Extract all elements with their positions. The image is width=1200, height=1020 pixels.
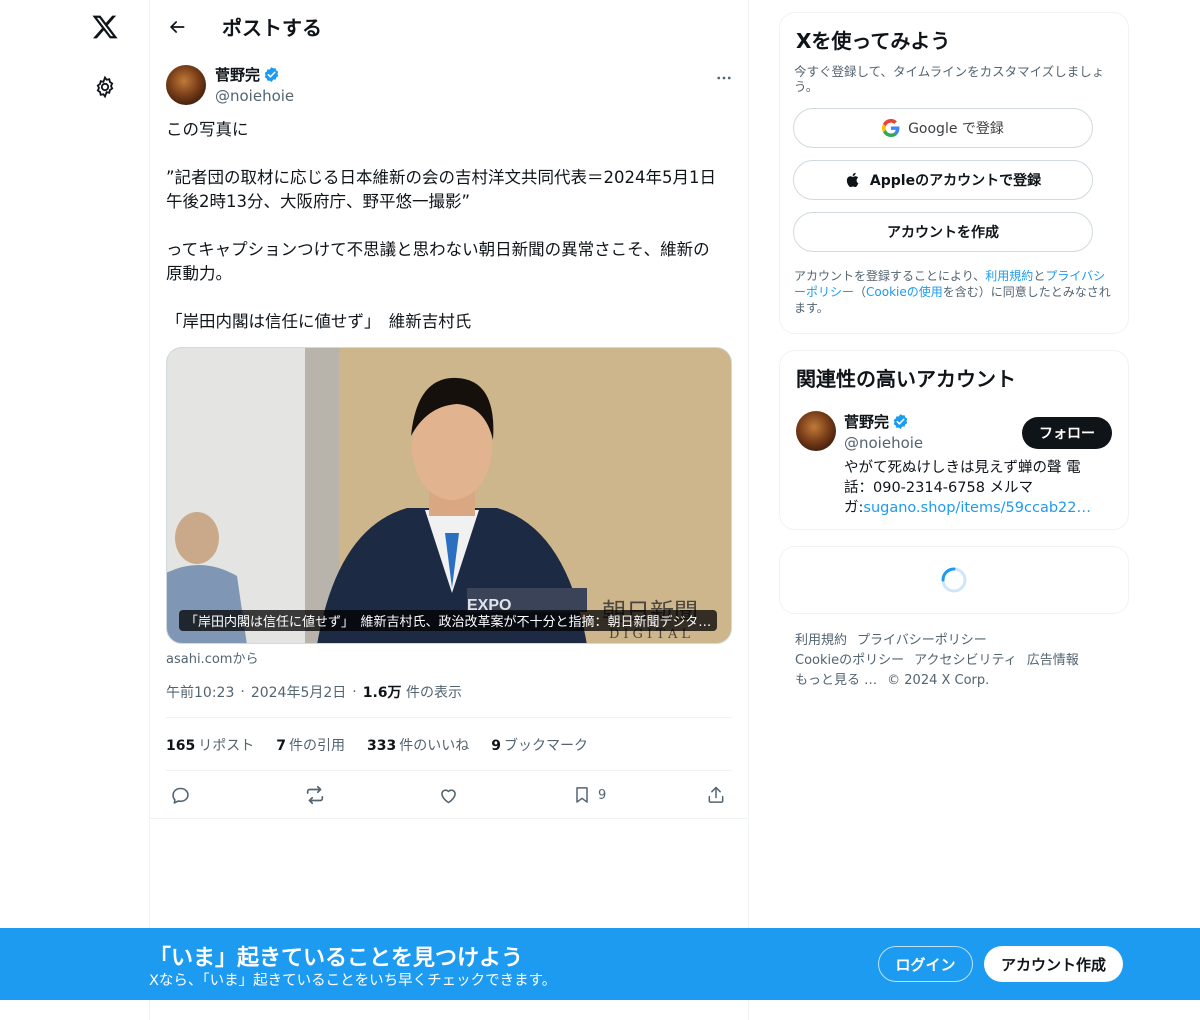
share-button[interactable] <box>706 782 726 808</box>
like-button[interactable] <box>438 782 459 808</box>
bottom-bar-subtitle: Xなら、「いま」起きていることをいち早くチェックできます。 <box>149 973 557 989</box>
loading-spinner-icon <box>941 567 967 593</box>
divider <box>166 717 732 718</box>
share-icon <box>708 786 724 803</box>
cookie-link[interactable]: Cookieの使用 <box>866 285 943 299</box>
footer-links: 利用規約 プライバシーポリシー Cookieのポリシー アクセシビリティ 広告情報 も… <box>795 631 1125 691</box>
reply-icon <box>172 787 189 804</box>
copyright: © 2024 X Corp. <box>887 673 990 688</box>
reply-button[interactable] <box>170 782 191 808</box>
create-account-button[interactable]: アカウントを作成 <box>793 212 1093 252</box>
bio-link[interactable]: sugano.shop/items/59ccab22… <box>863 500 1091 516</box>
related-name[interactable]: 菅野完 <box>844 411 889 432</box>
related-accounts-panel: 関連性の高いアカウント 菅野完 @noiehoie フォロー やがて死ぬけしきは… <box>779 350 1129 530</box>
related-name-row[interactable]: 菅野完 <box>844 411 909 432</box>
verified-icon <box>263 66 280 83</box>
google-signup-label: Google で登録 <box>908 121 1004 137</box>
footer-link[interactable]: アクセシビリティ <box>914 653 1017 668</box>
x-logo-icon[interactable] <box>88 10 122 44</box>
footer-link[interactable]: 利用規約 <box>795 633 847 648</box>
footer-link[interactable]: 広告情報 <box>1027 653 1079 668</box>
card-source: asahi.comから <box>166 652 259 667</box>
related-title: 関連性の高いアカウント <box>796 367 1016 391</box>
meta-separator: · <box>240 684 245 700</box>
post-time[interactable]: 午前10:23 <box>166 682 234 702</box>
repost-icon <box>306 785 324 805</box>
terms-link[interactable]: 利用規約 <box>985 269 1033 283</box>
gear-icon[interactable] <box>90 72 120 102</box>
google-signup-button[interactable]: Google で登録 <box>793 108 1093 148</box>
post-text: この写真に ”記者団の取材に応じる日本維新の会の吉村洋文共同代表＝2024年5月… <box>166 118 736 334</box>
avatar[interactable] <box>796 411 836 451</box>
bottom-bar-title: 「いま」起きていることを見つけよう <box>149 946 524 971</box>
divider <box>150 818 748 819</box>
post-stats: 165 リポスト 7 件の引用 333 件のいいね 9 ブックマーク <box>166 735 588 755</box>
author-name-row[interactable]: 菅野完 <box>215 64 280 85</box>
verified-icon <box>892 413 909 430</box>
post-meta: 午前10:23 · 2024年5月2日 · 1.6万 件の表示 <box>166 682 462 702</box>
main-column: ポストする 菅野完 @noiehoie この写真に ”記者団の取材に応じる日本維… <box>149 0 749 1020</box>
card-image: EXPO 朝日新聞 DIGITAL <box>167 348 731 643</box>
related-bio: やがて死ぬけしきは見えず蝉の聲 電話：090-2314-6758 メルマガ:su… <box>844 460 1091 516</box>
card-caption: 「岸田内閣は信任に値せず」 維新吉村氏、政治改革案が不十分と指摘：朝日新聞デジタ… <box>179 610 718 631</box>
post-actions: 9 <box>166 782 736 810</box>
google-icon <box>882 119 900 137</box>
loading-panel <box>779 546 1129 614</box>
views-label: 件の表示 <box>405 685 462 701</box>
terms-text: アカウントを登録することにより、利用規約とプライバシーポリシー（Cookieの使… <box>794 269 1111 315</box>
create-account-bottom-button[interactable]: アカウント作成 <box>984 946 1123 982</box>
related-handle[interactable]: @noiehoie <box>844 434 923 452</box>
more-icon[interactable] <box>712 66 736 90</box>
author-name[interactable]: 菅野完 <box>215 64 260 85</box>
post-line: この写真に <box>166 120 249 139</box>
stat-quotes[interactable]: 7 件の引用 <box>276 735 345 755</box>
meta-separator: · <box>352 684 357 700</box>
signup-title: Xを使ってみよう <box>796 29 951 53</box>
footer-link[interactable]: もっと見る … <box>795 673 877 688</box>
apple-signup-button[interactable]: Appleのアカウントで登録 <box>793 160 1093 200</box>
divider <box>166 770 732 771</box>
stat-reposts[interactable]: 165 リポスト <box>166 735 254 755</box>
login-button[interactable]: ログイン <box>878 946 973 982</box>
follow-button[interactable]: フォロー <box>1022 417 1112 449</box>
apple-icon <box>845 171 862 189</box>
like-icon <box>441 788 456 803</box>
footer-link[interactable]: Cookieのポリシー <box>795 653 904 668</box>
author-handle[interactable]: @noiehoie <box>215 87 294 105</box>
repost-button[interactable] <box>304 782 326 808</box>
stat-likes[interactable]: 333 件のいいね <box>367 735 469 755</box>
post-line: ってキャプションつけて不思議と思わない朝日新聞の異常さこそ、維新の 原動力。 <box>166 240 710 283</box>
post-date[interactable]: 2024年5月2日 <box>251 682 346 702</box>
footer-link[interactable]: プライバシーポリシー <box>857 633 987 648</box>
bookmark-icon <box>576 787 588 803</box>
post-author: 菅野完 @noiehoie <box>166 64 736 108</box>
header: ポストする <box>150 0 748 53</box>
page-title: ポストする <box>222 16 322 40</box>
bookmark-count: 9 <box>598 787 607 803</box>
post-line: 「岸田内閣は信任に値せず」 維新吉村氏 <box>166 312 472 331</box>
views-count: 1.6万 <box>362 685 402 701</box>
back-arrow-icon[interactable] <box>166 16 188 38</box>
bookmark-button[interactable]: 9 <box>572 782 606 808</box>
post-line: ”記者団の取材に応じる日本維新の会の吉村洋文共同代表＝2024年5月1日 午後2… <box>166 168 717 211</box>
apple-signup-label: Appleのアカウントで登録 <box>869 173 1042 189</box>
signup-panel: Xを使ってみよう 今すぐ登録して、タイムラインをカスタマイズしましょう。 Goo… <box>779 12 1129 334</box>
create-account-label: アカウントを作成 <box>887 225 999 241</box>
avatar[interactable] <box>166 65 206 105</box>
link-card[interactable]: EXPO 朝日新聞 DIGITAL 「岸田内閣は信任に値せず」 維新吉村氏、政治… <box>166 347 732 644</box>
left-rail <box>0 0 150 1020</box>
signup-subtitle: 今すぐ登録して、タイムラインをカスタマイズしましょう。 <box>794 64 1105 94</box>
stat-bookmarks[interactable]: 9 ブックマーク <box>491 735 588 755</box>
bottom-signup-bar: 「いま」起きていることを見つけよう Xなら、「いま」起きていることをいち早くチェ… <box>0 928 1200 1000</box>
